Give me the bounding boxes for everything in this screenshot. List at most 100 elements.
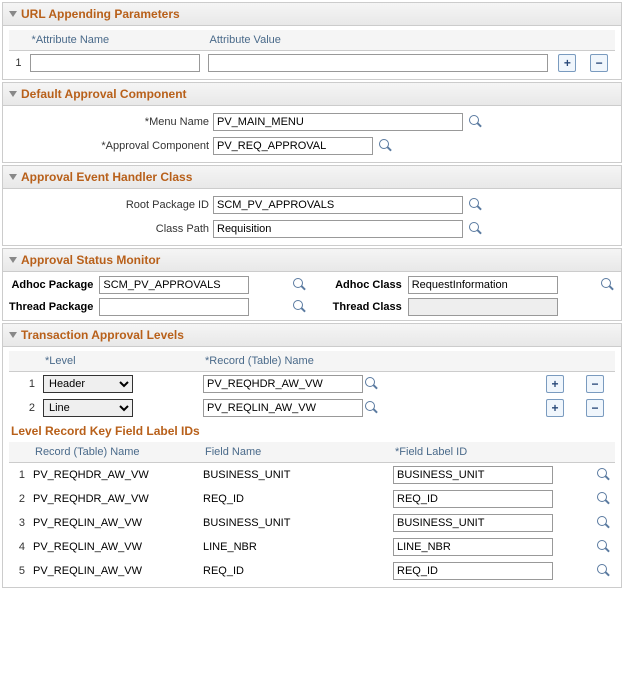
table-row: 1 + − [9,51,615,76]
lookup-icon[interactable] [597,564,611,578]
adhoc-class-label: Adhoc Class [313,279,402,291]
row-number: 3 [9,511,29,535]
lookup-icon[interactable] [365,377,379,391]
adhoc-pkg-label: Adhoc Package [9,279,93,291]
kf-record: PV_REQLIN_AW_VW [29,535,199,559]
approval-levels-title: Transaction Approval Levels [21,328,184,342]
col-attr-value[interactable]: Attribute Value [204,30,552,51]
col-record[interactable]: Record (Table) Name [199,351,535,372]
menu-name-input[interactable] [213,113,463,131]
field-label-input[interactable] [393,466,553,484]
collapse-icon[interactable] [9,11,17,17]
add-row-button[interactable]: + [546,399,564,417]
add-row-button[interactable]: + [546,375,564,393]
field-label-input[interactable] [393,562,553,580]
table-row: 3PV_REQLIN_AW_VWBUSINESS_UNIT [9,511,615,535]
default-approval-section: Default Approval Component Menu Name App… [2,82,622,163]
table-row: 5PV_REQLIN_AW_VWREQ_ID [9,559,615,583]
col-kf-record[interactable]: Record (Table) Name [29,442,199,463]
table-row: 2PV_REQHDR_AW_VWREQ_ID [9,487,615,511]
collapse-icon[interactable] [9,174,17,180]
lookup-icon[interactable] [597,492,611,506]
collapse-icon[interactable] [9,332,17,338]
url-params-header: URL Appending Parameters [3,3,621,26]
event-handler-section: Approval Event Handler Class Root Packag… [2,165,622,246]
col-kf-field[interactable]: Field Name [199,442,389,463]
event-handler-title: Approval Event Handler Class [21,170,192,184]
row-number: 1 [9,463,29,488]
default-approval-title: Default Approval Component [21,87,187,101]
col-kf-label[interactable]: Field Label ID [389,442,591,463]
approval-levels-header: Transaction Approval Levels [3,324,621,347]
lookup-icon[interactable] [597,468,611,482]
approval-component-label: Approval Component [9,140,209,152]
approval-levels-section: Transaction Approval Levels Level Record… [2,323,622,588]
root-pkg-label: Root Package ID [9,199,209,211]
lookup-icon[interactable] [379,139,393,153]
status-monitor-title: Approval Status Monitor [21,253,160,267]
thread-pkg-label: Thread Package [9,301,93,313]
table-row: 1PV_REQHDR_AW_VWBUSINESS_UNIT [9,463,615,488]
level-select[interactable]: HeaderLine [43,399,133,417]
lookup-icon[interactable] [469,222,483,236]
event-handler-header: Approval Event Handler Class [3,166,621,189]
root-pkg-input[interactable] [213,196,463,214]
add-row-button[interactable]: + [558,54,576,72]
table-row: 4PV_REQLIN_AW_VWLINE_NBR [9,535,615,559]
lookup-icon[interactable] [597,516,611,530]
key-fields-title: Level Record Key Field Label IDs [9,420,615,442]
key-fields-table: Record (Table) Name Field Name Field Lab… [9,442,615,583]
field-label-input[interactable] [393,514,553,532]
col-level[interactable]: Level [39,351,199,372]
lookup-icon[interactable] [469,198,483,212]
delete-row-button[interactable]: − [590,54,608,72]
collapse-icon[interactable] [9,257,17,263]
class-path-label: Class Path [9,223,209,235]
row-number: 1 [9,372,39,397]
attr-value-input[interactable] [208,54,548,72]
kf-record: PV_REQLIN_AW_VW [29,559,199,583]
level-select[interactable]: HeaderLine [43,375,133,393]
field-label-input[interactable] [393,538,553,556]
kf-field: BUSINESS_UNIT [199,511,389,535]
lookup-icon[interactable] [365,401,379,415]
status-monitor-header: Approval Status Monitor [3,249,621,272]
collapse-icon[interactable] [9,91,17,97]
row-number: 4 [9,535,29,559]
thread-class-label: Thread Class [313,301,402,313]
delete-row-button[interactable]: − [586,399,604,417]
thread-class-input [408,298,558,316]
url-params-table: Attribute Name Attribute Value 1 + − [9,30,615,75]
table-row: 2HeaderLine + − [9,396,615,420]
lookup-icon[interactable] [293,300,307,314]
record-input[interactable] [203,399,363,417]
default-approval-header: Default Approval Component [3,83,621,106]
lookup-icon[interactable] [469,115,483,129]
lookup-icon[interactable] [597,540,611,554]
lookup-icon[interactable] [293,278,307,292]
table-row: 1HeaderLine + − [9,372,615,397]
delete-row-button[interactable]: − [586,375,604,393]
adhoc-pkg-input[interactable] [99,276,249,294]
record-input[interactable] [203,375,363,393]
class-path-input[interactable] [213,220,463,238]
kf-record: PV_REQHDR_AW_VW [29,463,199,488]
approval-levels-table: Level Record (Table) Name 1HeaderLine+−2… [9,351,615,420]
status-monitor-section: Approval Status Monitor Adhoc Package Ad… [2,248,622,321]
col-attr-name[interactable]: Attribute Name [26,30,204,51]
kf-field: REQ_ID [199,559,389,583]
row-number: 2 [9,396,39,420]
adhoc-class-input[interactable] [408,276,558,294]
kf-record: PV_REQHDR_AW_VW [29,487,199,511]
kf-field: LINE_NBR [199,535,389,559]
row-number: 2 [9,487,29,511]
field-label-input[interactable] [393,490,553,508]
lookup-icon[interactable] [601,278,615,292]
kf-field: BUSINESS_UNIT [199,463,389,488]
thread-pkg-input[interactable] [99,298,249,316]
approval-component-input[interactable] [213,137,373,155]
attr-name-input[interactable] [30,54,200,72]
menu-name-label: Menu Name [9,116,209,128]
kf-field: REQ_ID [199,487,389,511]
row-number: 5 [9,559,29,583]
